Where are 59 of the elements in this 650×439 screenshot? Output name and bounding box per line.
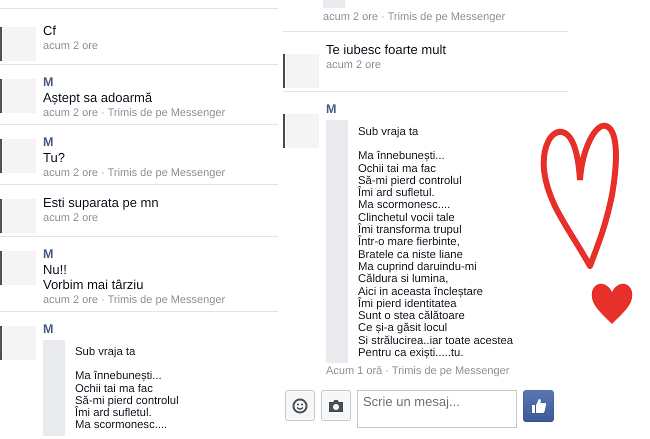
message-text: Nu!!	[43, 262, 68, 277]
poem-line: Ma cuprind daruindu-mi	[358, 260, 478, 274]
sender-name: M	[43, 75, 54, 90]
smiley-icon	[292, 398, 308, 414]
poem-line: Ochii tai ma fac	[358, 162, 437, 175]
avatar-placeholder	[283, 114, 319, 148]
poem-line: Aici in aceasta încleștare	[358, 286, 484, 298]
avatar-placeholder	[0, 79, 36, 113]
message-meta: acum 2 ore	[43, 211, 100, 226]
poem-line: Îmi ard sufletul.	[358, 187, 436, 200]
emoji-button[interactable]	[285, 390, 315, 422]
poem-line: Ce și-a găsit locul	[358, 322, 448, 335]
poem-line: Îmi transforma trupul	[358, 224, 463, 236]
poem-line: Sunt o stea călătoare	[358, 310, 466, 322]
avatar-placeholder	[0, 251, 36, 285]
avatar-placeholder	[0, 326, 36, 360]
sender-name: M	[43, 135, 54, 150]
poem-line: Să-mi pierd controlul	[75, 394, 179, 407]
poem-line: Bratele ca niste liane	[358, 248, 464, 261]
message-meta: acum 2 ore	[43, 39, 98, 54]
avatar-placeholder	[0, 27, 36, 61]
message-input[interactable]: Scrie un mesaj...	[357, 390, 517, 428]
message-text: Cf	[43, 23, 57, 38]
poem-line: Ma scormonesc....	[75, 419, 168, 432]
poem-title: Sub vraja ta	[75, 346, 136, 358]
poem-line: Căldura si lumina,	[358, 273, 450, 286]
message-meta: acum 2 ore · Trimis de pe Messenger	[323, 10, 506, 25]
poem-line: Si strălucirea..iar toate acestea	[358, 334, 514, 348]
poem-line: Îmi pierd identitatea	[358, 298, 457, 310]
thumbs-up-icon	[530, 398, 546, 414]
message-text: Esti suparata pe mn	[43, 195, 159, 210]
poem-line: Ma înnebunești...	[358, 150, 446, 163]
poem-title: Sub vraja ta	[358, 126, 420, 138]
message-meta: acum 2 ore · Trimis de pe Messenger	[43, 106, 226, 121]
poem-line: Să-mi pierd controlul	[358, 174, 463, 187]
poem-line: Ma înnebunești...	[75, 370, 163, 383]
avatar-placeholder	[0, 139, 36, 173]
poem-line: Ochii tai ma fac	[75, 382, 154, 395]
sender-name: M	[326, 102, 338, 117]
camera-button[interactable]	[321, 390, 351, 422]
message-text: Tu?	[43, 150, 66, 165]
message-meta: acum 2 ore · Trimis de pe Messenger	[43, 166, 226, 181]
sender-name: M	[43, 247, 54, 262]
message-text: Te iubesc foarte mult	[326, 42, 446, 57]
poem-line: Pentru ca exiști.....tu.	[358, 347, 464, 360]
poem-line: Într-o mare fierbinte,	[358, 236, 460, 249]
poem-line: Îmi ard sufletul.	[75, 407, 153, 420]
sender-name: M	[43, 322, 54, 337]
message-text: Vorbim mai târziu	[43, 277, 144, 292]
like-button[interactable]	[523, 390, 554, 422]
avatar-placeholder	[283, 54, 319, 88]
message-meta: Acum 1 oră · Trimis de pe Messenger	[326, 364, 510, 380]
poem-line: Clinchetul vocii tale	[358, 212, 456, 224]
avatar-placeholder	[0, 199, 36, 233]
message-meta: acum 2 ore	[326, 58, 382, 73]
message-text: Aștept sa adoarmă	[43, 90, 154, 105]
camera-icon	[328, 398, 344, 413]
poem-line: Ma scormonesc....	[358, 199, 452, 212]
message-meta: acum 2 ore · Trimis de pe Messenger	[43, 293, 226, 308]
